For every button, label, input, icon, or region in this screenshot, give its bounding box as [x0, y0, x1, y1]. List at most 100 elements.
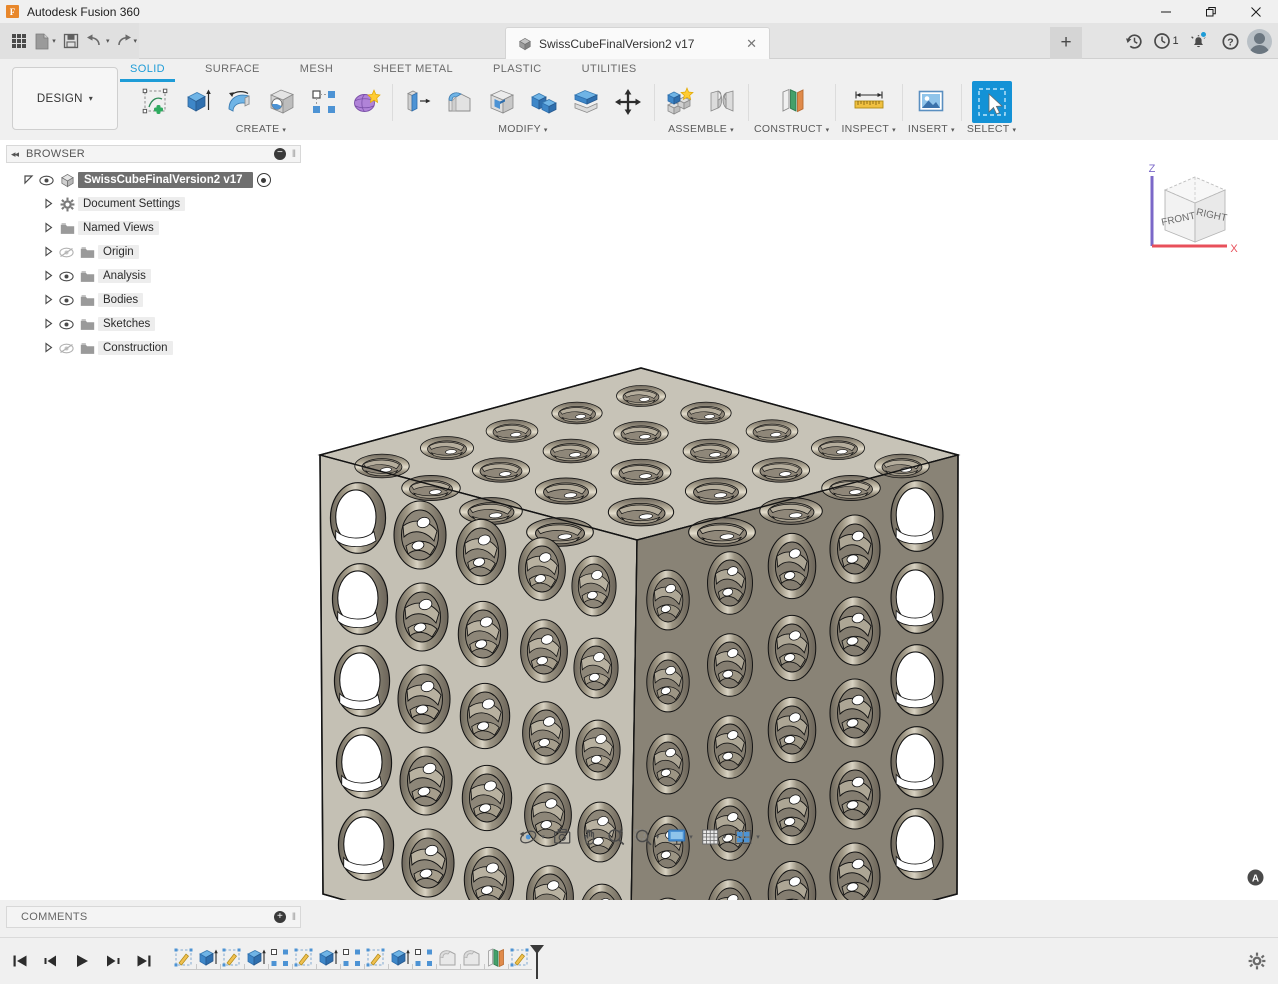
- visibility-eye-icon[interactable]: [36, 175, 56, 186]
- add-comment-icon[interactable]: +: [274, 911, 286, 923]
- hole-icon[interactable]: [262, 81, 302, 123]
- tree-item-origin[interactable]: Origin: [6, 240, 301, 264]
- minimize-button[interactable]: [1143, 0, 1188, 23]
- tab-solid[interactable]: SOLID: [130, 59, 165, 79]
- tree-item-analysis[interactable]: Analysis: [6, 264, 301, 288]
- shell-icon[interactable]: [482, 81, 522, 123]
- visibility-eye-icon[interactable]: [56, 319, 76, 330]
- viewport-layout-icon[interactable]: ▾: [730, 823, 763, 851]
- go-to-beginning-icon[interactable]: [10, 949, 30, 973]
- timeline-feature-pattern[interactable]: [412, 945, 436, 971]
- view-cube[interactable]: Z X FRONT RIGHT: [1135, 158, 1250, 263]
- undo-icon[interactable]: ▾: [84, 27, 112, 55]
- timeline-feature-extrude[interactable]: [196, 945, 220, 971]
- undo-caret[interactable]: ▾: [106, 37, 110, 45]
- look-at-icon[interactable]: [549, 823, 575, 851]
- notifications-bell-icon[interactable]: [1183, 26, 1213, 56]
- rectangular-pattern-icon[interactable]: [304, 81, 344, 123]
- timeline-feature-pattern[interactable]: [340, 945, 364, 971]
- workspace-switcher-button[interactable]: DESIGN ▾: [12, 67, 118, 130]
- tree-item-root[interactable]: SwissCubeFinalVersion2 v17: [6, 168, 301, 192]
- minimize-panel-icon[interactable]: −: [274, 148, 286, 160]
- fit-icon[interactable]: ▾: [630, 823, 663, 851]
- play-icon[interactable]: [72, 949, 92, 973]
- timeline-feature-sketch[interactable]: [364, 945, 388, 971]
- select-icon[interactable]: [972, 81, 1012, 123]
- grid-snaps-icon[interactable]: ▾: [697, 823, 730, 851]
- display-settings-icon[interactable]: ▾: [663, 823, 696, 851]
- app-grid-icon[interactable]: [6, 27, 32, 55]
- timeline-feature-extrude[interactable]: [244, 945, 268, 971]
- panel-insert-label[interactable]: INSERT▾: [908, 123, 955, 135]
- new-tab-button[interactable]: +: [1050, 27, 1082, 59]
- timeline-feature-sketch[interactable]: [292, 945, 316, 971]
- panel-grip-icon[interactable]: ‖: [292, 912, 296, 923]
- expand-arrow-icon[interactable]: [40, 198, 56, 211]
- tab-plastic[interactable]: PLASTIC: [493, 59, 542, 79]
- timeline-marker[interactable]: [530, 945, 544, 979]
- tree-item-construction[interactable]: Construction: [6, 336, 301, 360]
- expand-arrow-icon[interactable]: [40, 342, 56, 355]
- zoom-icon[interactable]: [603, 823, 629, 851]
- timeline-feature-pattern[interactable]: [268, 945, 292, 971]
- create-sketch-icon[interactable]: [136, 81, 176, 123]
- restore-button[interactable]: [1188, 0, 1233, 23]
- tree-item-document-settings[interactable]: Document Settings: [6, 192, 301, 216]
- help-icon[interactable]: ?: [1215, 26, 1245, 56]
- new-component-icon[interactable]: [660, 81, 700, 123]
- tree-item-sketches[interactable]: Sketches: [6, 312, 301, 336]
- extrude-icon[interactable]: [178, 81, 218, 123]
- save-icon[interactable]: [58, 27, 84, 55]
- document-tab[interactable]: SwissCubeFinalVersion2 v17 ✕: [505, 27, 770, 59]
- panel-inspect-label[interactable]: INSPECT▾: [841, 123, 895, 135]
- expand-arrow-icon[interactable]: [20, 174, 36, 187]
- timeline-track[interactable]: [172, 942, 544, 980]
- expand-arrow-icon[interactable]: [40, 294, 56, 307]
- comments-panel[interactable]: COMMENTS + ‖: [6, 906, 301, 928]
- create-form-icon[interactable]: [346, 81, 386, 123]
- insert-image-icon[interactable]: [911, 81, 951, 123]
- job-status-icon[interactable]: 1: [1151, 26, 1181, 56]
- timeline-feature-sketch[interactable]: [220, 945, 244, 971]
- expand-arrow-icon[interactable]: [40, 270, 56, 283]
- timeline-settings-gear-icon[interactable]: [1248, 952, 1266, 970]
- redo-caret[interactable]: ▾: [134, 37, 138, 45]
- tab-surface[interactable]: SURFACE: [205, 59, 260, 79]
- timeline-feature-plane[interactable]: [484, 945, 508, 971]
- expand-arrow-icon[interactable]: [40, 246, 56, 259]
- move-copy-icon[interactable]: [608, 81, 648, 123]
- tab-mesh[interactable]: MESH: [300, 59, 333, 79]
- step-forward-icon[interactable]: [103, 949, 123, 973]
- visibility-eye-icon[interactable]: [56, 271, 76, 282]
- offset-plane-icon[interactable]: [772, 81, 812, 123]
- activate-component-icon[interactable]: [257, 173, 271, 187]
- expand-arrow-icon[interactable]: [40, 318, 56, 331]
- panel-assemble-label[interactable]: ASSEMBLE▾: [668, 123, 734, 135]
- joint-icon[interactable]: [702, 81, 742, 123]
- split-body-icon[interactable]: [566, 81, 606, 123]
- timeline-feature-fillet[interactable]: [460, 945, 484, 971]
- panel-select-label[interactable]: SELECT▾: [967, 123, 1016, 135]
- tree-item-bodies[interactable]: Bodies: [6, 288, 301, 312]
- tab-sheet-metal[interactable]: SHEET METAL: [373, 59, 453, 79]
- panel-modify-label[interactable]: MODIFY▾: [498, 123, 547, 135]
- redo-icon[interactable]: ▾: [112, 27, 140, 55]
- step-back-icon[interactable]: [41, 949, 61, 973]
- tab-utilities[interactable]: UTILITIES: [582, 59, 637, 79]
- press-pull-icon[interactable]: [398, 81, 438, 123]
- tree-item-named-views[interactable]: Named Views: [6, 216, 301, 240]
- collapse-icon[interactable]: ◂◂: [11, 149, 18, 160]
- recent-history-icon[interactable]: [1119, 26, 1149, 56]
- panel-construct-label[interactable]: CONSTRUCT▾: [754, 123, 829, 135]
- orbit-icon[interactable]: ▾: [515, 823, 548, 851]
- panel-create-label[interactable]: CREATE▾: [236, 123, 286, 135]
- close-button[interactable]: [1233, 0, 1278, 23]
- combine-icon[interactable]: [524, 81, 564, 123]
- user-avatar[interactable]: [1247, 29, 1272, 54]
- close-icon[interactable]: ✕: [738, 36, 765, 52]
- panel-grip-icon[interactable]: ‖: [292, 149, 296, 160]
- visibility-eye-off-icon[interactable]: [56, 247, 76, 258]
- timeline-feature-sketch[interactable]: [508, 945, 532, 971]
- new-document-icon[interactable]: ▾: [32, 27, 58, 55]
- timeline-feature-extrude[interactable]: [316, 945, 340, 971]
